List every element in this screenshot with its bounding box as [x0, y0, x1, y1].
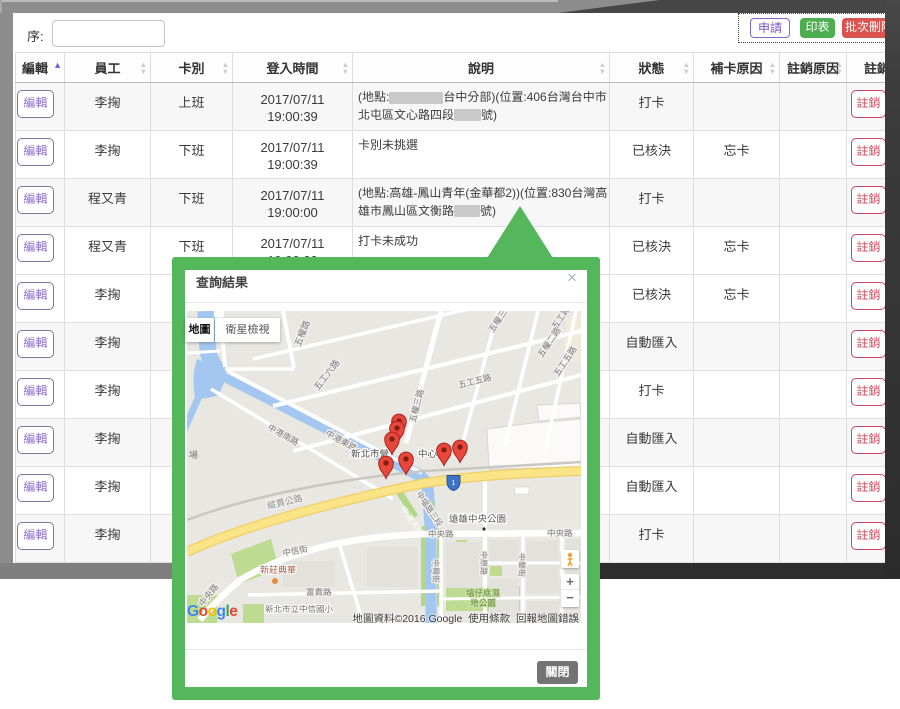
svg-text:中興街: 中興街 — [431, 559, 440, 583]
svg-text:1: 1 — [452, 480, 456, 487]
svg-text:中心: 中心 — [418, 449, 438, 460]
svg-text:遠雄中央公園: 遠雄中央公園 — [449, 514, 506, 525]
svg-text:中原路: 中原路 — [479, 551, 488, 575]
svg-text:中華街: 中華街 — [517, 553, 526, 577]
svg-text:塭仔底濕: 塭仔底濕 — [466, 588, 501, 598]
svg-text:地公園: 地公園 — [470, 598, 496, 608]
svg-text:場: 場 — [189, 450, 198, 460]
svg-text:中央路: 中央路 — [428, 529, 454, 539]
svg-text:富貴路: 富貴路 — [306, 587, 332, 597]
svg-text:新北市立中信國小: 新北市立中信國小 — [265, 604, 334, 614]
svg-text:中央路: 中央路 — [547, 528, 573, 538]
svg-text:新莊典華: 新莊典華 — [260, 565, 296, 575]
